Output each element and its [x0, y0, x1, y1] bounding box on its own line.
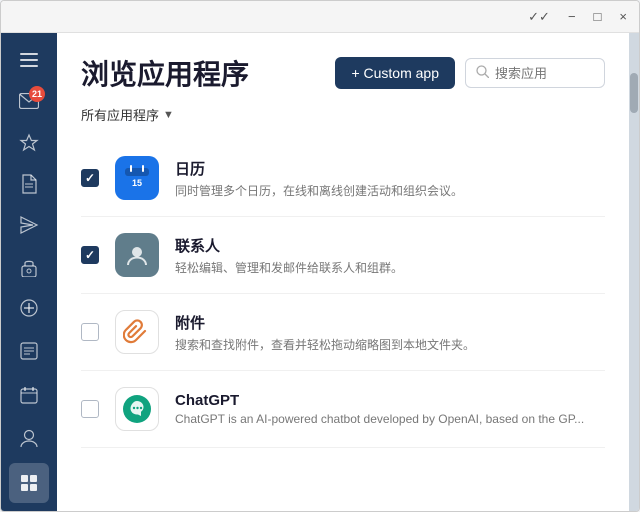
filter-label[interactable]: 所有应用程序	[81, 105, 159, 124]
checkbox-attachments[interactable]	[81, 323, 99, 341]
app-desc-calendar: 同时管理多个日历，在线和离线创建活动和组织会议。	[175, 182, 605, 199]
app-name-chatgpt: ChatGPT	[175, 392, 605, 409]
menu-icon[interactable]	[9, 41, 49, 78]
titlebar: ✓✓ − □ ×	[1, 1, 639, 33]
checkbox-chatgpt[interactable]	[81, 400, 99, 418]
search-icon	[476, 65, 489, 81]
app-desc-attachments: 搜索和查找附件，查看并轻松拖动缩略图到本地文件夹。	[175, 336, 605, 353]
checkbox-contacts[interactable]	[81, 246, 99, 264]
filter-row: 所有应用程序 ▼	[57, 105, 629, 140]
search-box[interactable]	[465, 58, 605, 88]
content-area: 浏览应用程序 + Custom app	[57, 33, 629, 511]
app-info-contacts: 联系人轻松编辑、管理和发邮件给联系人和组群。	[175, 235, 605, 276]
send-icon[interactable]	[9, 207, 49, 244]
app-icon-chatgpt	[115, 387, 159, 431]
minimize-button[interactable]: −	[564, 7, 580, 26]
main-layout: 21	[1, 33, 639, 511]
checkbox-calendar[interactable]	[81, 169, 99, 187]
list-item: 联系人轻松编辑、管理和发邮件给联系人和组群。	[81, 217, 605, 294]
app-window: ✓✓ − □ × 21	[0, 0, 640, 512]
mail-icon[interactable]: 21	[9, 82, 49, 119]
app-desc-contacts: 轻松编辑、管理和发邮件给联系人和组群。	[175, 259, 605, 276]
svg-text:15: 15	[132, 178, 142, 188]
app-name-attachments: 附件	[175, 312, 605, 333]
app-icon-contacts	[115, 233, 159, 277]
double-check-icon: ✓✓	[524, 7, 554, 27]
scrollbar[interactable]	[629, 33, 639, 511]
sidebar-calendar-icon[interactable]	[9, 375, 49, 415]
page-title: 浏览应用程序	[81, 53, 249, 93]
page-header: 浏览应用程序 + Custom app	[57, 33, 629, 105]
sidebar: 21	[1, 33, 57, 511]
app-info-chatgpt: ChatGPT ChatGPT is an AI-powered chatbot …	[175, 392, 605, 426]
custom-app-button[interactable]: + Custom app	[335, 57, 455, 89]
app-icon-attachments	[115, 310, 159, 354]
app-info-calendar: 日历同时管理多个日历，在线和离线创建活动和组织会议。	[175, 158, 605, 199]
close-button[interactable]: ×	[615, 7, 631, 26]
filter-chevron-icon[interactable]: ▼	[163, 109, 174, 121]
app-name-contacts: 联系人	[175, 235, 605, 256]
list-item: ChatGPT ChatGPT is an AI-powered chatbot …	[81, 371, 605, 448]
list-item: 15 日历同时管理多个日历，在线和离线创建活动和组织会议。	[81, 140, 605, 217]
list-item: 附件搜索和查找附件，查看并轻松拖动缩略图到本地文件夹。	[81, 294, 605, 371]
header-actions: + Custom app	[335, 57, 605, 89]
search-input[interactable]	[495, 66, 594, 81]
app-list: 15 日历同时管理多个日历，在线和离线创建活动和组织会议。 联系人轻松编辑、管理…	[57, 140, 629, 511]
add-icon[interactable]	[9, 290, 49, 327]
scroll-thumb[interactable]	[630, 73, 638, 113]
app-desc-chatgpt: ChatGPT is an AI-powered chatbot develop…	[175, 412, 605, 426]
notes-icon[interactable]	[9, 331, 49, 371]
mail-badge: 21	[29, 86, 45, 102]
star-icon[interactable]	[9, 124, 49, 161]
app-name-calendar: 日历	[175, 158, 605, 179]
maximize-button[interactable]: □	[590, 7, 606, 26]
app-info-attachments: 附件搜索和查找附件，查看并轻松拖动缩略图到本地文件夹。	[175, 312, 605, 353]
lock-icon[interactable]	[9, 248, 49, 285]
person-icon[interactable]	[9, 419, 49, 459]
apps-grid-icon[interactable]	[9, 463, 49, 503]
file-icon[interactable]	[9, 165, 49, 202]
app-icon-calendar: 15	[115, 156, 159, 200]
